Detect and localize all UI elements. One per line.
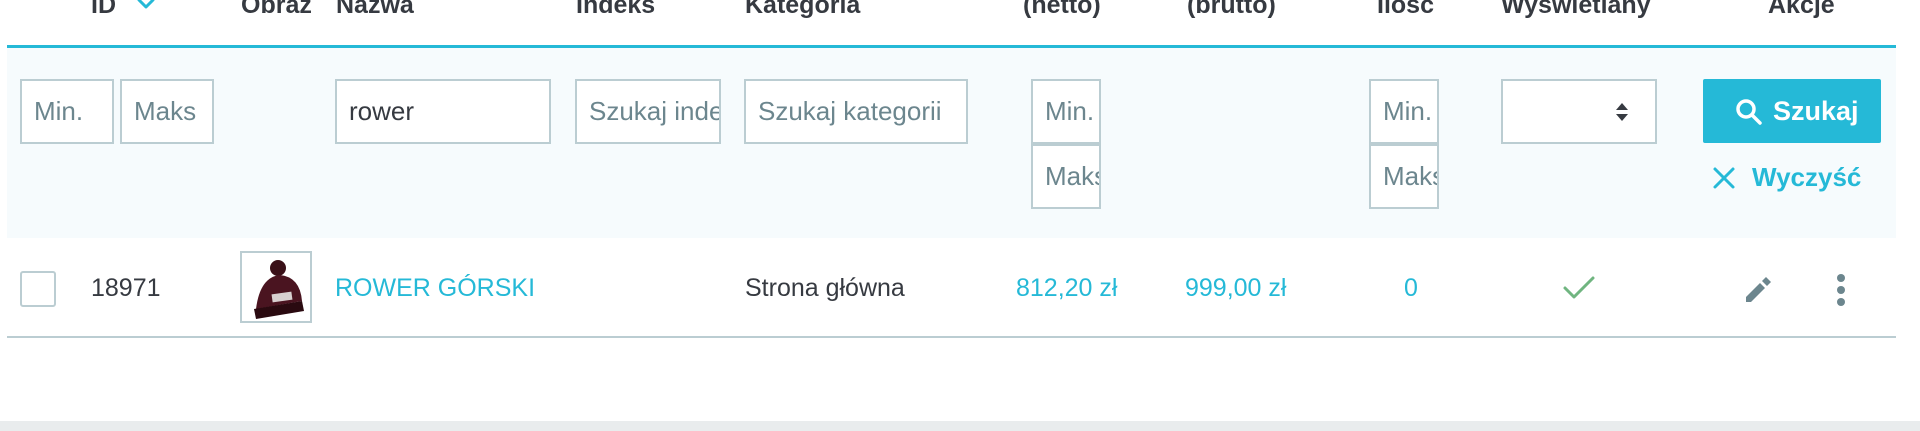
name-filter-input[interactable]: rower <box>335 79 551 144</box>
product-category: Strona główna <box>745 274 905 302</box>
product-price-gross[interactable]: 999,00 zł <box>1185 272 1286 304</box>
table-row: 18971 ROWER GÓRSKI Strona główna 812,20 … <box>7 238 1896 336</box>
column-header-name[interactable]: Nazwa <box>336 0 414 20</box>
column-header-image: Obraz <box>241 0 312 19</box>
chevron-down-icon[interactable] <box>136 0 156 12</box>
bottom-bar <box>0 421 1920 431</box>
row-divider <box>7 336 1896 338</box>
search-icon <box>1736 99 1762 125</box>
reference-filter-input[interactable]: Szukaj indeksu <box>575 79 721 144</box>
category-filter-input[interactable]: Szukaj kategorii <box>744 79 968 144</box>
product-thumbnail[interactable] <box>240 251 312 323</box>
price-max-input[interactable]: Maks <box>1031 144 1101 209</box>
column-header-actions: Akcje <box>1768 0 1835 19</box>
clear-button-label: Wyczyść <box>1752 162 1862 192</box>
column-header-quantity[interactable]: Ilość <box>1377 0 1434 20</box>
pencil-icon[interactable] <box>1742 275 1772 305</box>
product-name-link[interactable]: ROWER GÓRSKI <box>335 272 535 304</box>
beanie-hat-image <box>242 253 310 321</box>
column-header-reference[interactable]: Indeks <box>576 0 655 20</box>
close-icon <box>1713 167 1735 189</box>
active-check-icon[interactable] <box>1562 274 1596 302</box>
search-button-label: Szukaj <box>1773 96 1859 126</box>
column-header-active[interactable]: Wyświetlany <box>1501 0 1651 20</box>
column-header-category[interactable]: Kategoria <box>745 0 860 20</box>
product-price-net[interactable]: 812,20 zł <box>1016 272 1117 304</box>
column-header-id[interactable]: ID <box>91 0 116 20</box>
quantity-min-input[interactable]: Min. <box>1369 79 1439 144</box>
id-min-input[interactable]: Min. <box>20 79 114 144</box>
column-header-price-gross[interactable]: (brutto) <box>1187 0 1276 20</box>
table-header: ID Obraz Nazwa Indeks Kategoria (netto) … <box>0 0 1896 48</box>
product-quantity[interactable]: 0 <box>1404 272 1418 304</box>
select-arrows-icon <box>1616 103 1628 121</box>
more-vertical-icon[interactable] <box>1836 273 1846 307</box>
product-id: 18971 <box>91 274 161 302</box>
search-button[interactable]: Szukaj <box>1703 79 1881 143</box>
id-max-input[interactable]: Maks <box>120 79 214 144</box>
quantity-max-input[interactable]: Maks <box>1369 144 1439 209</box>
row-checkbox[interactable] <box>20 271 56 307</box>
column-header-price-net[interactable]: (netto) <box>1023 0 1101 20</box>
active-filter-select[interactable] <box>1501 79 1657 144</box>
price-min-input[interactable]: Min. <box>1031 79 1101 144</box>
